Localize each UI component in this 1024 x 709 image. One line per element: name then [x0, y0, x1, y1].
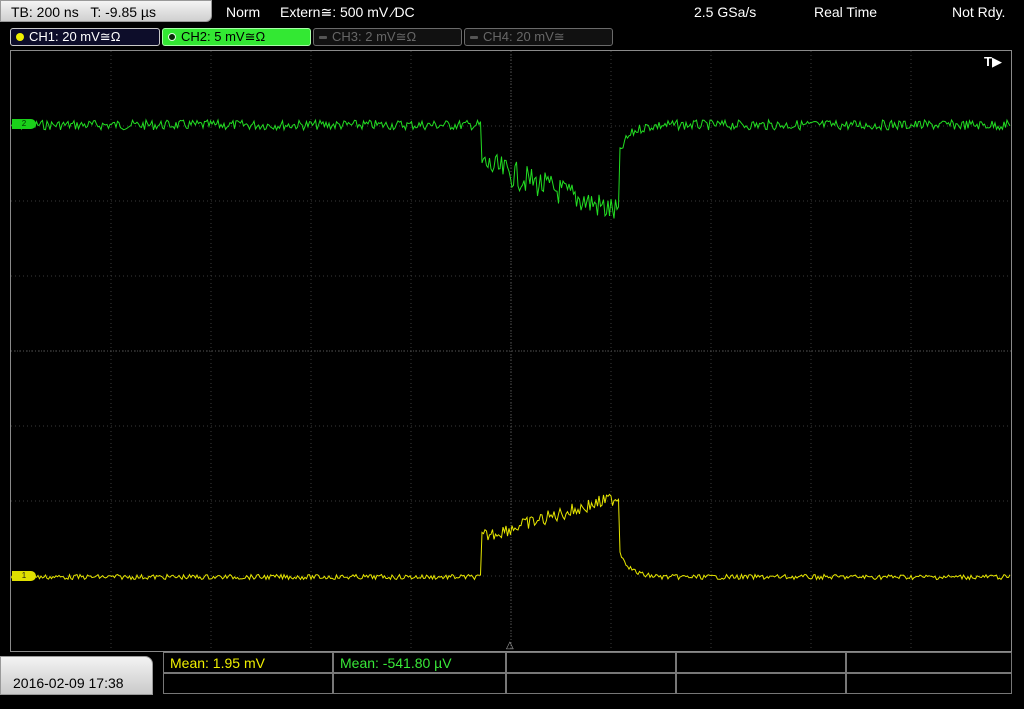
- channel-3-indicator-icon: [319, 36, 327, 39]
- measurement-ch1-mean: Mean: 1.95 mV: [163, 652, 333, 673]
- trigger-level-marker-icon[interactable]: T▶: [984, 54, 1002, 70]
- channel-2-label: CH2: 5 mV≅Ω: [181, 29, 266, 44]
- channel-4-indicator-icon: [470, 36, 478, 39]
- measurement-cell-empty: [846, 673, 1012, 694]
- trigger-time-value: T: -9.85 µs: [90, 4, 156, 20]
- datetime-display: 2016-02-09 17:38: [0, 656, 153, 695]
- channel-4-label: CH4: 20 mV≅: [483, 29, 565, 44]
- channel-bar: CH1: 20 mV≅Ω CH2: 5 mV≅Ω CH3: 2 mV≅Ω CH4…: [0, 26, 1024, 48]
- trigger-position-icon[interactable]: △: [506, 640, 514, 651]
- measurement-cell-empty: [163, 673, 333, 694]
- channel-2-reference-marker[interactable]: 2: [12, 119, 36, 129]
- acquisition-status: Not Rdy.: [952, 4, 1006, 20]
- channel-2-tab[interactable]: CH2: 5 mV≅Ω: [162, 28, 311, 46]
- channel-4-tab[interactable]: CH4: 20 mV≅: [464, 28, 613, 46]
- waveform-display[interactable]: [11, 51, 1011, 651]
- channel-2-indicator-icon: [168, 33, 176, 41]
- measurement-cell-empty: [846, 652, 1012, 673]
- timebase-value: TB: 200 ns: [11, 4, 79, 20]
- trigger-source[interactable]: Extern≅: 500 mV ⁄DC: [280, 0, 415, 24]
- center-axes: [11, 51, 1011, 651]
- bottom-bar: 2016-02-09 17:38 Mean: 1.95 mV Mean: -54…: [0, 652, 1024, 695]
- acquisition-mode: Real Time: [814, 4, 878, 20]
- top-status-bar: TB: 200 ns T: -9.85 µs Norm Extern≅: 500…: [0, 0, 1024, 24]
- channel-1-reference-marker[interactable]: 1: [12, 571, 36, 581]
- measurement-table: Mean: 1.95 mV Mean: -541.80 µV: [163, 652, 1012, 695]
- timebase-panel[interactable]: TB: 200 ns T: -9.85 µs: [0, 0, 212, 22]
- channel-3-tab[interactable]: CH3: 2 mV≅Ω: [313, 28, 462, 46]
- sample-rate: 2.5 GSa/s: [694, 4, 757, 20]
- channel-1-indicator-icon: [16, 33, 24, 41]
- measurement-cell-empty: [333, 673, 506, 694]
- measurement-cell-empty: [676, 673, 846, 694]
- channel-1-label: CH1: 20 mV≅Ω: [29, 29, 121, 44]
- channel-3-label: CH3: 2 mV≅Ω: [332, 29, 417, 44]
- trigger-mode[interactable]: Norm: [226, 0, 260, 24]
- channel-1-tab[interactable]: CH1: 20 mV≅Ω: [10, 28, 160, 46]
- measurement-ch2-mean: Mean: -541.80 µV: [333, 652, 506, 673]
- measurement-cell-empty: [676, 652, 846, 673]
- measurement-cell-empty: [506, 652, 676, 673]
- measurement-cell-empty: [506, 673, 676, 694]
